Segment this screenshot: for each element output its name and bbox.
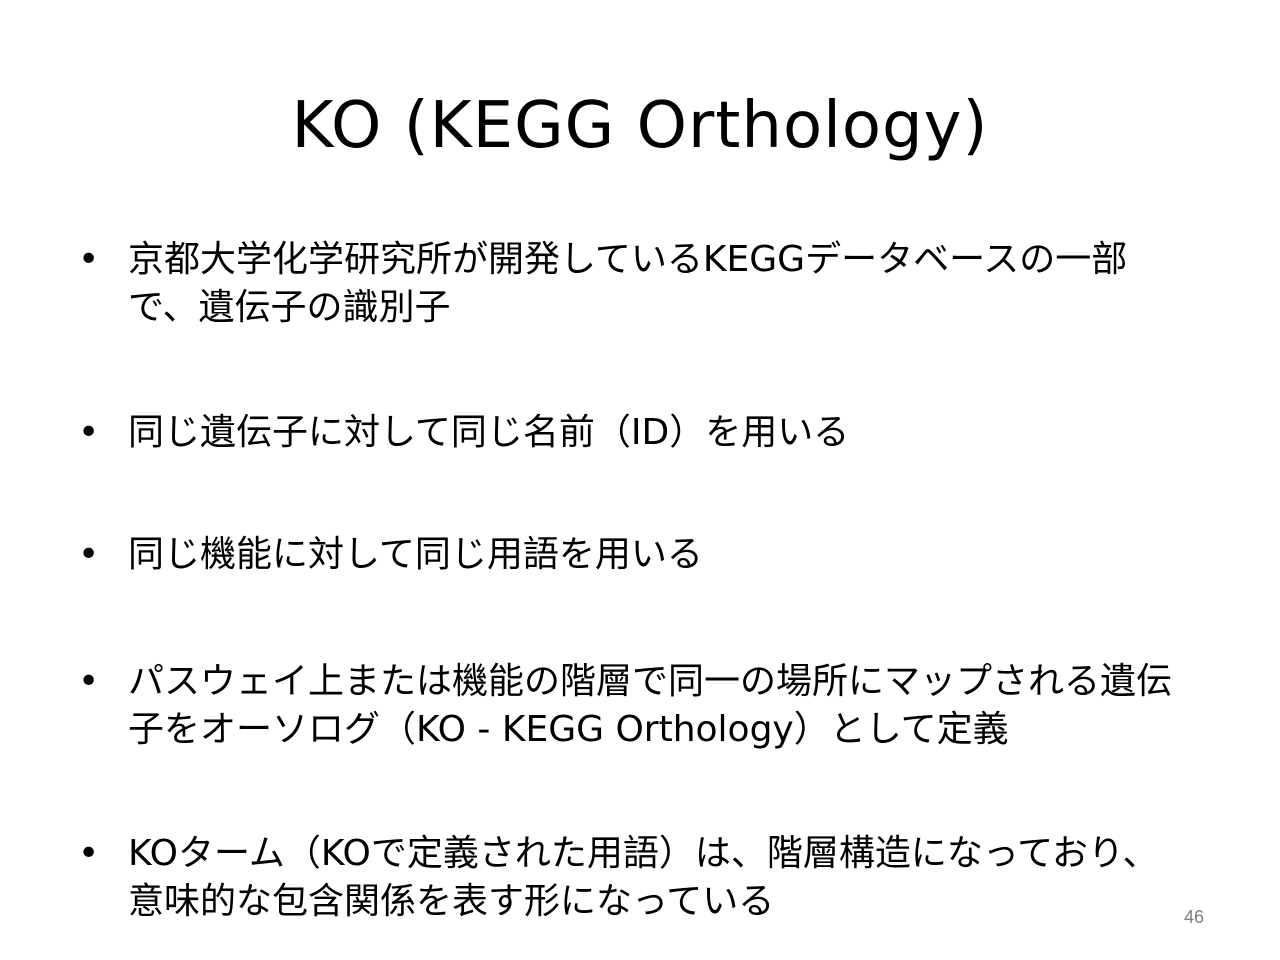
bullet-icon: •	[78, 534, 100, 575]
bullet-icon: •	[78, 239, 100, 280]
bullet-icon: •	[78, 412, 100, 453]
bullet-text: パスウェイ上または機能の階層で同一の場所にマップされる遺伝子をオーソログ（KO …	[128, 661, 1173, 750]
bullet-list: • 京都大学化学研究所が開発しているKEGGデータベースの一部で、遺伝子の識別子…	[0, 0, 1280, 960]
bullet-text: 同じ遺伝子に対して同じ名前（ID）を用いる	[128, 412, 850, 453]
bullet-icon: •	[78, 661, 100, 702]
bullet-text: 同じ機能に対して同じ用語を用いる	[128, 534, 703, 575]
bullet-text: KOターム（KOで定義された用語）は、階層構造になっており、意味的な包含関係を表…	[128, 833, 1159, 922]
bullet-text: 京都大学化学研究所が開発しているKEGGデータベースの一部で、遺伝子の識別子	[128, 239, 1128, 328]
bullet-icon: •	[78, 833, 100, 874]
slide: KO (KEGG Orthology) • 京都大学化学研究所が開発しているKE…	[0, 0, 1280, 960]
page-number: 46	[1183, 907, 1204, 927]
